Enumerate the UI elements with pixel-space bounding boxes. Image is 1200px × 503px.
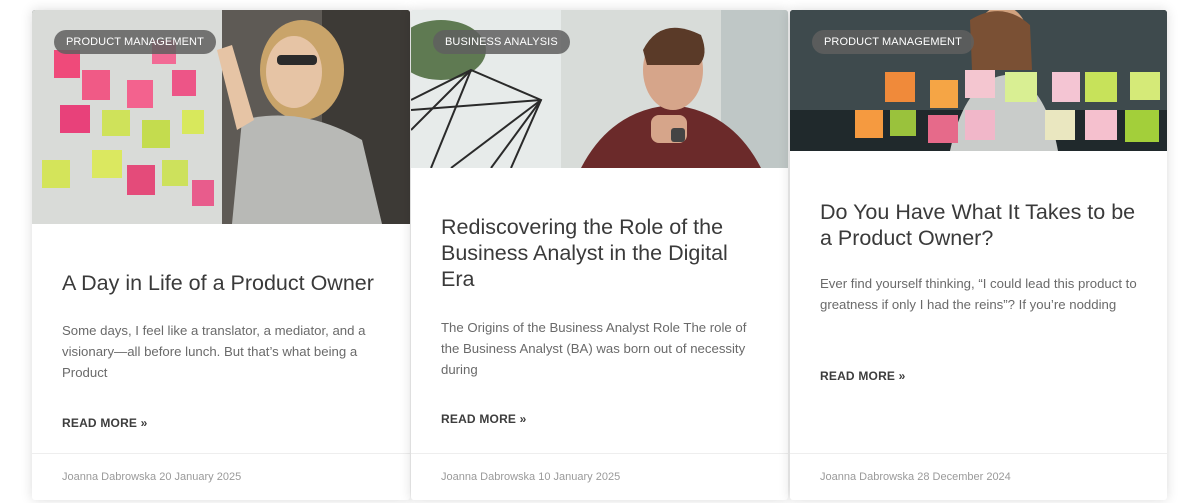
post-thumbnail-image[interactable]: PRODUCT MANAGEMENT bbox=[32, 10, 410, 224]
post-meta: Joanna Dabrowska 10 January 2025 bbox=[411, 453, 788, 500]
category-badge[interactable]: PRODUCT MANAGEMENT bbox=[812, 30, 974, 54]
post-meta: Joanna Dabrowska 20 January 2025 bbox=[32, 453, 410, 500]
read-more-link[interactable]: READ MORE » bbox=[820, 369, 906, 383]
post-card: BUSINESS ANALYSIS Rediscovering the Role… bbox=[411, 10, 788, 500]
post-excerpt: Some days, I feel like a translator, a m… bbox=[62, 323, 366, 380]
post-title[interactable]: Do You Have What It Takes to be a Produc… bbox=[820, 199, 1141, 251]
post-date: 10 January 2025 bbox=[538, 471, 621, 483]
post-author: Joanna Dabrowska bbox=[62, 471, 157, 483]
post-date: 28 December 2024 bbox=[917, 471, 1011, 483]
post-thumbnail-image[interactable]: BUSINESS ANALYSIS bbox=[411, 10, 788, 168]
post-excerpt: Ever find yourself thinking, “I could le… bbox=[820, 276, 1137, 312]
post-card: PRODUCT MANAGEMENT A Day in Life of a Pr… bbox=[32, 10, 410, 500]
category-badge[interactable]: BUSINESS ANALYSIS bbox=[433, 30, 570, 54]
post-meta: Joanna Dabrowska 28 December 2024 bbox=[790, 453, 1167, 500]
post-thumbnail-image[interactable]: PRODUCT MANAGEMENT bbox=[790, 10, 1167, 151]
read-more-link[interactable]: READ MORE » bbox=[62, 416, 148, 430]
post-author: Joanna Dabrowska bbox=[441, 471, 536, 483]
post-excerpt: The Origins of the Business Analyst Role… bbox=[441, 320, 747, 377]
post-title[interactable]: A Day in Life of a Product Owner bbox=[62, 270, 384, 296]
category-badge[interactable]: PRODUCT MANAGEMENT bbox=[54, 30, 216, 54]
post-title[interactable]: Rediscovering the Role of the Business A… bbox=[441, 214, 762, 292]
post-date: 20 January 2025 bbox=[159, 471, 242, 483]
read-more-link[interactable]: READ MORE » bbox=[441, 412, 527, 426]
post-card: PRODUCT MANAGEMENT Do You Have What It T… bbox=[790, 10, 1167, 500]
post-author: Joanna Dabrowska bbox=[820, 471, 915, 483]
